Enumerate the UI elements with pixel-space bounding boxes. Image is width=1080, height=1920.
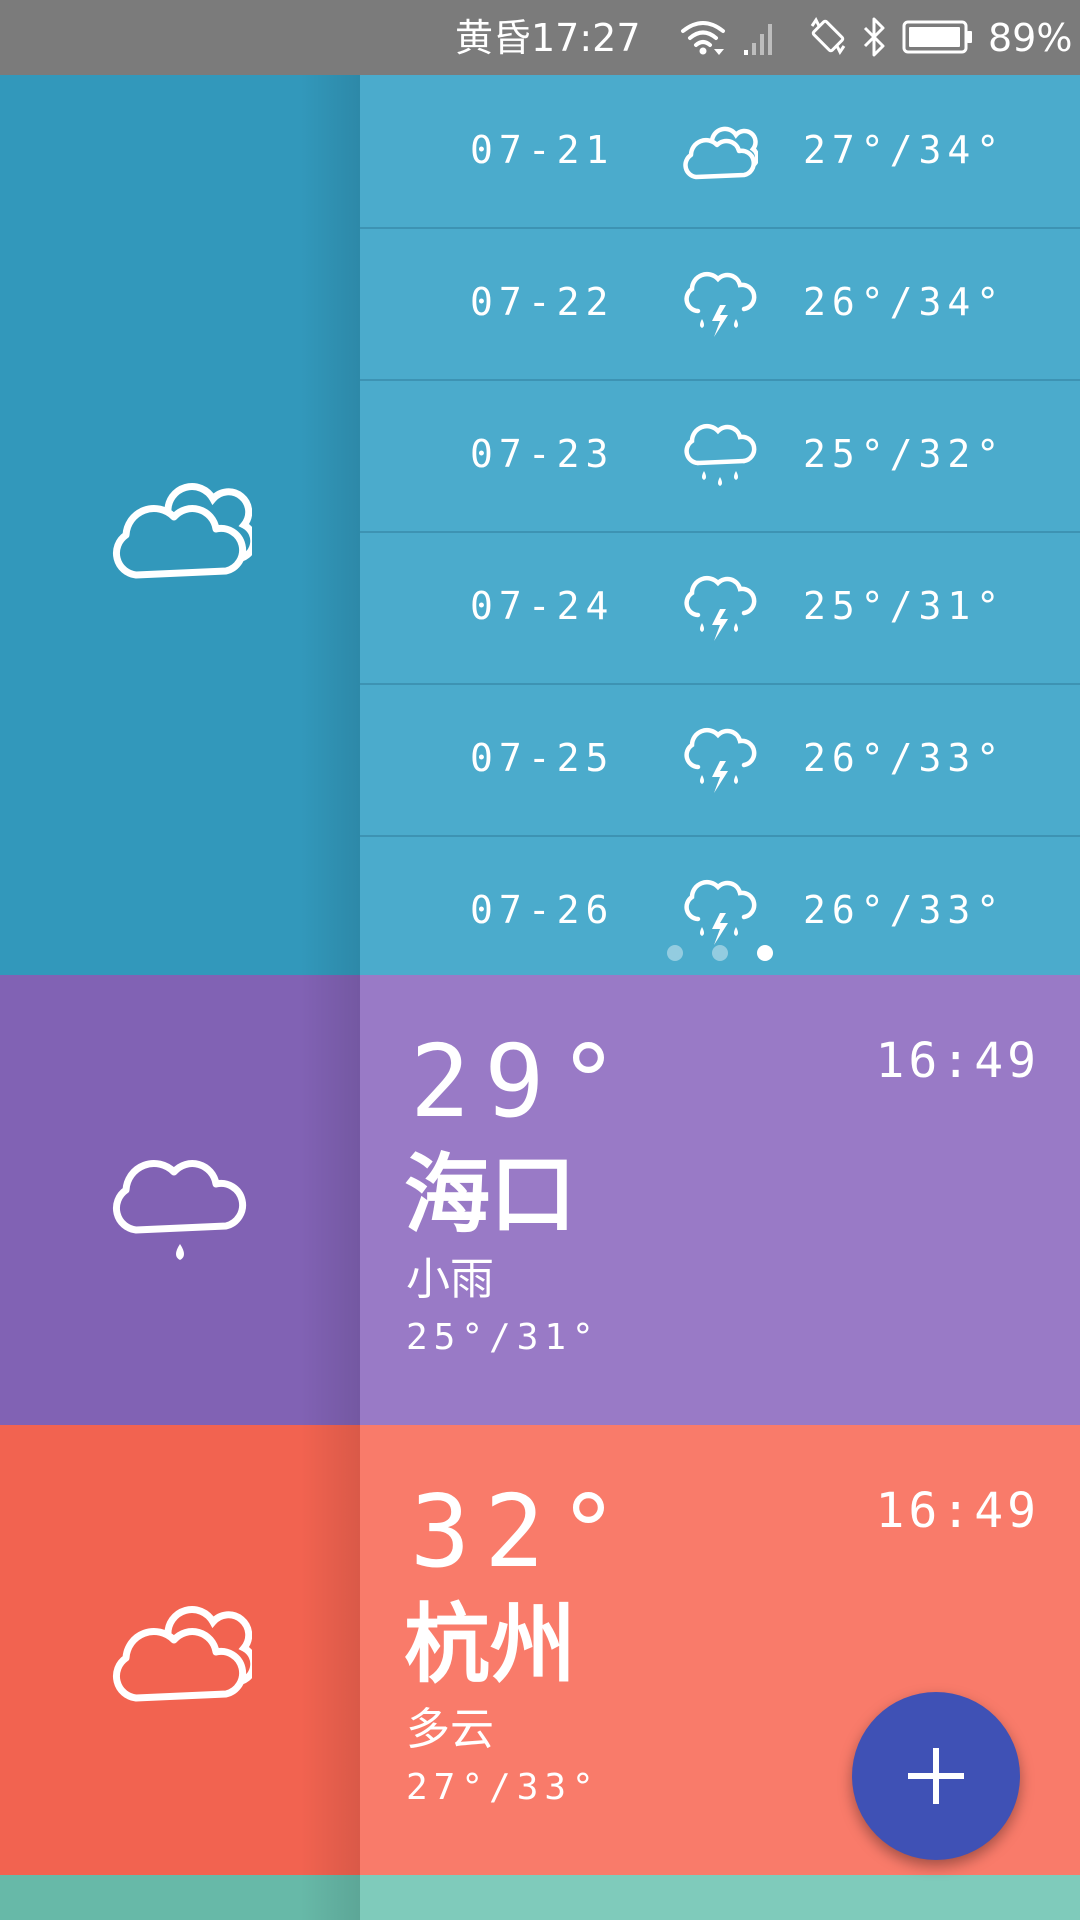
city-update-time: 16:49 xyxy=(875,1483,1040,1539)
page-indicator xyxy=(360,943,1080,963)
forecast-date: 07-21 xyxy=(470,128,615,172)
forecast-card[interactable]: 07-21 27°/34° 07-22 26°/34° 07-23 25°/32… xyxy=(0,75,1080,975)
signal-icon xyxy=(744,24,772,55)
forecast-date: 07-23 xyxy=(470,432,615,476)
city-update-time: 16:49 xyxy=(875,1033,1040,1089)
forecast-temp: 27°/34° xyxy=(803,128,1006,172)
city-name: 海口 xyxy=(404,1145,576,1245)
cloudy-icon xyxy=(683,126,758,180)
city-card-next[interactable] xyxy=(0,1875,1080,1920)
forecast-row[interactable]: 07-21 27°/34° xyxy=(360,75,1080,229)
city-card-main[interactable] xyxy=(360,1875,1080,1920)
city-condition: 小雨 xyxy=(406,1254,494,1305)
forecast-row[interactable]: 07-24 25°/31° xyxy=(360,531,1080,685)
city-temperature: 32° xyxy=(410,1473,633,1590)
light-rain-icon xyxy=(113,1160,247,1260)
battery-icon xyxy=(902,20,972,54)
cloudy-icon xyxy=(113,483,252,579)
forecast-row[interactable]: 07-23 25°/32° xyxy=(360,379,1080,533)
city-condition: 多云 xyxy=(406,1704,494,1755)
city-temp-range: 27°/33° xyxy=(406,1767,600,1808)
city-card-main[interactable]: 29° 16:49 海口 小雨 25°/31° xyxy=(360,975,1080,1425)
thunderstorm-icon xyxy=(684,727,757,793)
forecast-date: 07-22 xyxy=(470,280,615,324)
city-temperature: 29° xyxy=(410,1023,633,1140)
thunderstorm-icon xyxy=(684,271,757,337)
city-card-side xyxy=(0,975,360,1425)
forecast-date: 07-25 xyxy=(470,736,615,780)
city-name: 杭州 xyxy=(404,1595,576,1695)
city-card-side xyxy=(0,1425,360,1875)
forecast-date: 07-24 xyxy=(470,584,615,628)
forecast-date: 07-26 xyxy=(470,888,615,932)
forecast-temp: 26°/34° xyxy=(803,280,1006,324)
city-card-haikou[interactable]: 29° 16:49 海口 小雨 25°/31° xyxy=(0,975,1080,1425)
bluetooth-icon xyxy=(863,17,885,57)
forecast-card-side xyxy=(0,75,360,975)
city-card-side xyxy=(0,1875,360,1920)
forecast-row[interactable]: 07-25 26°/33° xyxy=(360,683,1080,837)
forecast-temp: 26°/33° xyxy=(803,736,1006,780)
thunderstorm-icon xyxy=(684,575,757,641)
plus-icon xyxy=(908,1748,964,1804)
forecast-row[interactable]: 07-22 26°/34° xyxy=(360,227,1080,381)
battery-percent: 89% xyxy=(988,16,1073,60)
forecast-list[interactable]: 07-21 27°/34° 07-22 26°/34° 07-23 25°/32… xyxy=(360,75,1080,975)
thunderstorm-icon xyxy=(684,879,757,945)
forecast-row[interactable]: 07-26 26°/33° xyxy=(360,835,1080,987)
forecast-temp: 25°/31° xyxy=(803,584,1006,628)
rain-icon xyxy=(684,423,757,486)
cloudy-icon xyxy=(113,1606,252,1702)
page-dot[interactable] xyxy=(712,945,728,961)
forecast-temp: 25°/32° xyxy=(803,432,1006,476)
status-bar: 黄昏17:27 89% xyxy=(0,0,1080,75)
wifi-icon xyxy=(681,21,725,55)
auto-rotate-icon xyxy=(810,17,846,55)
status-time: 黄昏17:27 xyxy=(455,16,641,60)
page-dot-active[interactable] xyxy=(757,945,773,961)
city-temp-range: 25°/31° xyxy=(406,1317,600,1358)
add-city-button[interactable] xyxy=(852,1692,1020,1860)
forecast-temp: 26°/33° xyxy=(803,888,1006,932)
page-dot[interactable] xyxy=(667,945,683,961)
